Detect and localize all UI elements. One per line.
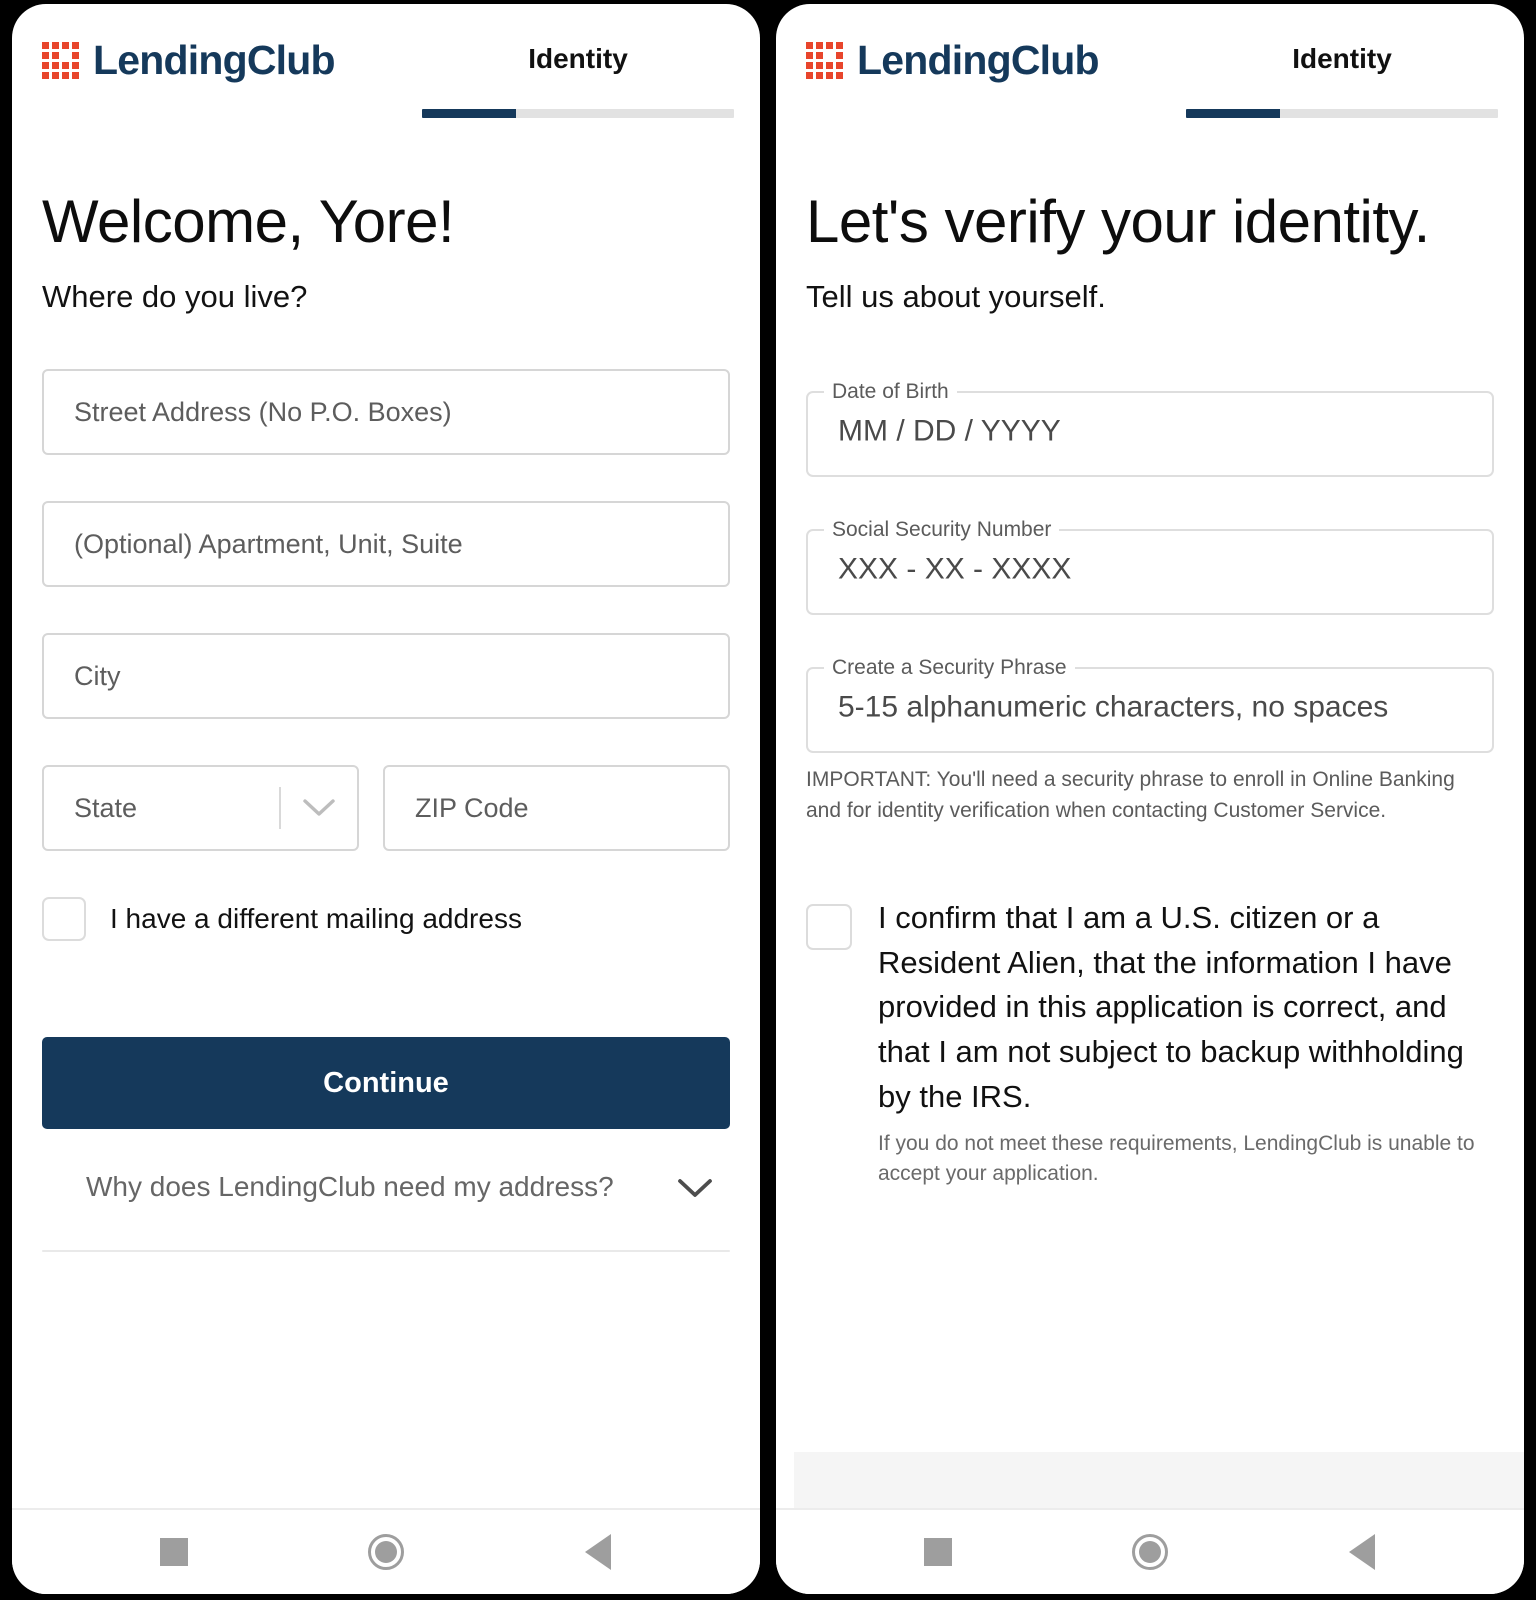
- home-circle-icon[interactable]: [341, 1522, 431, 1582]
- screen-body-right: Let's verify your identity. Tell us abou…: [776, 118, 1524, 1508]
- security-phrase-value: 5-15 alphanumeric characters, no spaces: [838, 690, 1389, 724]
- page-subtitle-left: Where do you live?: [42, 278, 308, 314]
- city-input[interactable]: City: [42, 633, 730, 720]
- date-of-birth-label: Date of Birth: [832, 380, 949, 404]
- state-select[interactable]: State: [42, 765, 359, 852]
- state-zip-row: State ZIP Code: [42, 765, 730, 852]
- social-security-number-input[interactable]: Social Security Number XXX - XX - XXXX: [806, 518, 1494, 616]
- street-address-placeholder: Street Address (No P.O. Boxes): [74, 396, 452, 427]
- apartment-input[interactable]: (Optional) Apartment, Unit, Suite: [42, 501, 730, 588]
- mailing-address-checkbox[interactable]: [42, 897, 86, 942]
- identity-form: Date of Birth MM / DD / YYYY Social Secu…: [806, 381, 1494, 826]
- brand-lockup-left: LendingClub: [42, 34, 336, 83]
- page-subtitle-right: Tell us about yourself.: [806, 278, 1106, 314]
- citizenship-confirm-checkbox[interactable]: [806, 904, 852, 951]
- page-title-right: Let's verify your identity.: [806, 187, 1430, 255]
- address-info-accordion[interactable]: Why does LendingClub need my address?: [42, 1167, 730, 1208]
- citizenship-confirm-block: I confirm that I am a U.S. citizen or a …: [878, 896, 1494, 1189]
- brand-name-left: LendingClub: [93, 37, 336, 83]
- citizenship-confirm-row[interactable]: I confirm that I am a U.S. citizen or a …: [806, 896, 1494, 1189]
- android-navbar-right: [776, 1508, 1524, 1594]
- dual-phone-screenshot: LendingClub Identity Welcome, Yore! Wher…: [0, 0, 1536, 1600]
- security-phrase-input[interactable]: Create a Security Phrase 5-15 alphanumer…: [806, 656, 1494, 754]
- street-address-input[interactable]: Street Address (No P.O. Boxes): [42, 369, 730, 456]
- android-navbar-left: [12, 1508, 760, 1594]
- city-placeholder: City: [74, 660, 121, 691]
- zip-code-input[interactable]: ZIP Code: [383, 765, 730, 852]
- back-triangle-icon[interactable]: [553, 1522, 643, 1582]
- apartment-placeholder: (Optional) Apartment, Unit, Suite: [74, 528, 463, 559]
- step-title-left: Identity: [528, 43, 628, 74]
- footer-band-right: [794, 1452, 1524, 1508]
- mailing-address-checkbox-row[interactable]: I have a different mailing address: [42, 897, 730, 942]
- continue-button[interactable]: Continue: [42, 1037, 730, 1130]
- brand-name-right: LendingClub: [857, 37, 1100, 83]
- mailing-address-label: I have a different mailing address: [110, 903, 522, 935]
- security-phrase-helper-text: IMPORTANT: You'll need a security phrase…: [806, 768, 1455, 822]
- address-form: Street Address (No P.O. Boxes) (Optional…: [42, 369, 730, 852]
- recents-square-icon[interactable]: [129, 1522, 219, 1582]
- zip-code-placeholder: ZIP Code: [415, 792, 529, 823]
- social-security-number-value: XXX - XX - XXXX: [838, 552, 1072, 586]
- citizenship-confirm-note: If you do not meet these requirements, L…: [878, 1132, 1475, 1185]
- phone-screen-identity: LendingClub Identity Let's verify your i…: [776, 4, 1524, 1594]
- lendingclub-grid-logo-icon: [42, 42, 79, 79]
- step-progress-right: Identity: [1186, 34, 1498, 118]
- date-of-birth-value: MM / DD / YYYY: [838, 414, 1061, 448]
- step-progress-left: Identity: [422, 34, 734, 118]
- progress-bar-fill-left: [422, 108, 516, 118]
- brand-lockup-right: LendingClub: [806, 34, 1100, 83]
- app-header-right: LendingClub Identity: [776, 4, 1524, 118]
- screen-body-left: Welcome, Yore! Where do you live? Street…: [12, 118, 760, 1508]
- citizenship-confirm-label: I confirm that I am a U.S. citizen or a …: [878, 900, 1464, 1114]
- progress-bar-fill-right: [1186, 108, 1280, 118]
- page-title-left: Welcome, Yore!: [42, 187, 455, 255]
- step-title-right: Identity: [1292, 43, 1392, 74]
- recents-square-icon[interactable]: [893, 1522, 983, 1582]
- date-of-birth-input[interactable]: Date of Birth MM / DD / YYYY: [806, 380, 1494, 478]
- security-phrase-label: Create a Security Phrase: [832, 656, 1067, 680]
- lendingclub-grid-logo-icon: [806, 42, 843, 79]
- progress-bar-right: [1186, 108, 1498, 118]
- progress-bar-left: [422, 108, 734, 118]
- app-header-left: LendingClub Identity: [12, 4, 760, 118]
- state-placeholder: State: [74, 792, 138, 823]
- back-triangle-icon[interactable]: [1317, 1522, 1407, 1582]
- address-info-accordion-label: Why does LendingClub need my address?: [86, 1171, 614, 1203]
- chevron-down-icon[interactable]: [676, 1167, 714, 1204]
- phone-screen-address: LendingClub Identity Welcome, Yore! Wher…: [12, 4, 760, 1594]
- chevron-down-icon: [281, 798, 357, 818]
- social-security-number-label: Social Security Number: [832, 518, 1052, 542]
- content-divider-left: [42, 1249, 730, 1252]
- home-circle-icon[interactable]: [1105, 1522, 1195, 1582]
